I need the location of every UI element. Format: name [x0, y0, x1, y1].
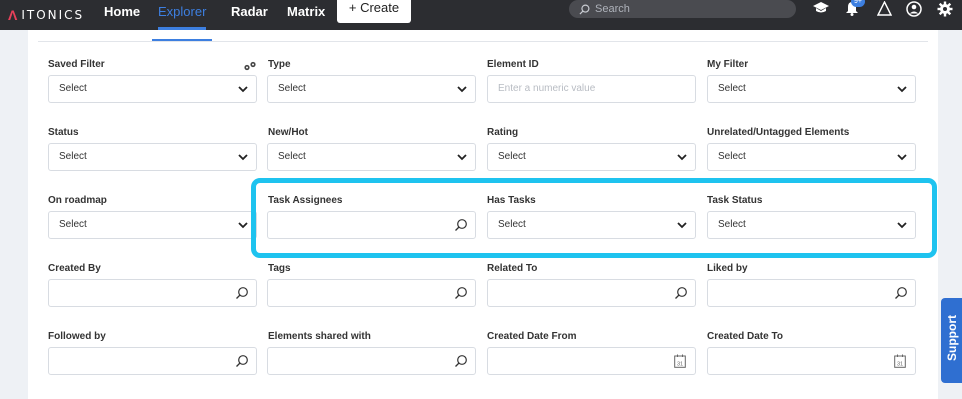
- search-icon: [455, 287, 467, 299]
- logo-text: ITONICS: [21, 8, 85, 22]
- new-hot-label: New/Hot: [268, 127, 308, 138]
- chevron-down-icon: [457, 86, 467, 93]
- followed-by-label: Followed by: [48, 331, 106, 342]
- search-icon: [455, 355, 467, 367]
- nav-radar[interactable]: Radar: [231, 0, 268, 30]
- rating-label: Rating: [487, 127, 519, 138]
- user-icon[interactable]: [905, 1, 923, 17]
- top-navigation-bar: Λ ITONICS Home Explorer Radar Matrix + C…: [0, 0, 962, 30]
- chevron-down-icon: [238, 222, 248, 229]
- my-filter-select[interactable]: Select: [707, 75, 916, 103]
- created-by-label: Created By: [48, 263, 101, 274]
- followed-by-input[interactable]: [48, 347, 257, 375]
- on-roadmap-value: Select: [59, 219, 87, 230]
- type-value: Select: [278, 83, 306, 94]
- search-icon: [895, 287, 907, 299]
- elements-shared-with-input[interactable]: [267, 347, 476, 375]
- itonics-logo-mark-icon: Λ: [8, 7, 19, 23]
- type-select[interactable]: Select: [267, 75, 476, 103]
- graduation-cap-icon[interactable]: [812, 1, 830, 17]
- chevron-down-icon: [238, 154, 248, 161]
- on-roadmap-select[interactable]: Select: [48, 211, 257, 239]
- unrelated-value: Select: [718, 151, 746, 162]
- on-roadmap-label: On roadmap: [48, 195, 107, 206]
- created-date-to-label: Created Date To: [707, 331, 783, 342]
- tab-divider: [38, 41, 928, 42]
- calendar-day-text: 31: [677, 362, 683, 368]
- search-icon: [236, 287, 248, 299]
- created-by-input[interactable]: [48, 279, 257, 307]
- created-date-from-input[interactable]: 31: [487, 347, 696, 375]
- my-filter-value: Select: [718, 83, 746, 94]
- unrelated-select[interactable]: Select: [707, 143, 916, 171]
- global-search: [569, 0, 796, 18]
- create-button[interactable]: + Create: [337, 0, 411, 23]
- status-label: Status: [48, 127, 79, 138]
- saved-filter-label: Saved Filter: [48, 59, 105, 70]
- related-to-label: Related To: [487, 263, 538, 274]
- rating-select[interactable]: Select: [487, 143, 696, 171]
- itonics-triangle-icon[interactable]: [875, 0, 893, 17]
- created-date-from-label: Created Date From: [487, 331, 577, 342]
- calendar-icon[interactable]: 31: [894, 354, 906, 368]
- my-filter-label: My Filter: [707, 59, 749, 70]
- rating-value: Select: [498, 151, 526, 162]
- task-filters-highlight: [251, 178, 937, 258]
- chevron-down-icon: [238, 86, 248, 93]
- chevron-down-icon: [897, 154, 907, 161]
- support-tab[interactable]: Support: [941, 298, 962, 383]
- search-icon: [236, 355, 248, 367]
- chevron-down-icon: [457, 154, 467, 161]
- status-value: Select: [59, 151, 87, 162]
- liked-by-input[interactable]: [707, 279, 916, 307]
- support-label: Support: [945, 315, 959, 361]
- related-to-input[interactable]: [487, 279, 696, 307]
- tags-input[interactable]: [267, 279, 476, 307]
- saved-filter-value: Select: [59, 83, 87, 94]
- saved-filter-select[interactable]: Select: [48, 75, 257, 103]
- status-select[interactable]: Select: [48, 143, 257, 171]
- elements-shared-with-label: Elements shared with: [268, 331, 371, 342]
- itonics-logo[interactable]: Λ ITONICS: [8, 7, 84, 23]
- element-id-label: Element ID: [487, 59, 539, 70]
- created-date-to-input[interactable]: 31: [707, 347, 916, 375]
- global-search-input[interactable]: [595, 3, 785, 15]
- nav-home[interactable]: Home: [104, 0, 140, 30]
- chevron-down-icon: [897, 86, 907, 93]
- gear-icon[interactable]: [936, 1, 954, 17]
- gears-icon[interactable]: [243, 61, 257, 71]
- liked-by-label: Liked by: [707, 263, 748, 274]
- new-hot-select[interactable]: Select: [267, 143, 476, 171]
- unrelated-label: Unrelated/Untagged Elements: [707, 127, 850, 138]
- element-id-placeholder: Enter a numeric value: [498, 83, 596, 94]
- chevron-down-icon: [677, 154, 687, 161]
- calendar-day-text: 31: [897, 362, 903, 368]
- type-label: Type: [268, 59, 291, 70]
- calendar-icon[interactable]: 31: [674, 354, 686, 368]
- search-icon: [675, 287, 687, 299]
- nav-matrix[interactable]: Matrix: [287, 0, 325, 30]
- tags-label: Tags: [268, 263, 291, 274]
- search-icon: [579, 4, 590, 15]
- nav-explorer[interactable]: Explorer: [158, 0, 207, 30]
- active-tab-indicator: [152, 39, 212, 41]
- new-hot-value: Select: [278, 151, 306, 162]
- notification-count-badge: 9+: [851, 0, 865, 7]
- element-id-input[interactable]: Enter a numeric value: [487, 75, 696, 103]
